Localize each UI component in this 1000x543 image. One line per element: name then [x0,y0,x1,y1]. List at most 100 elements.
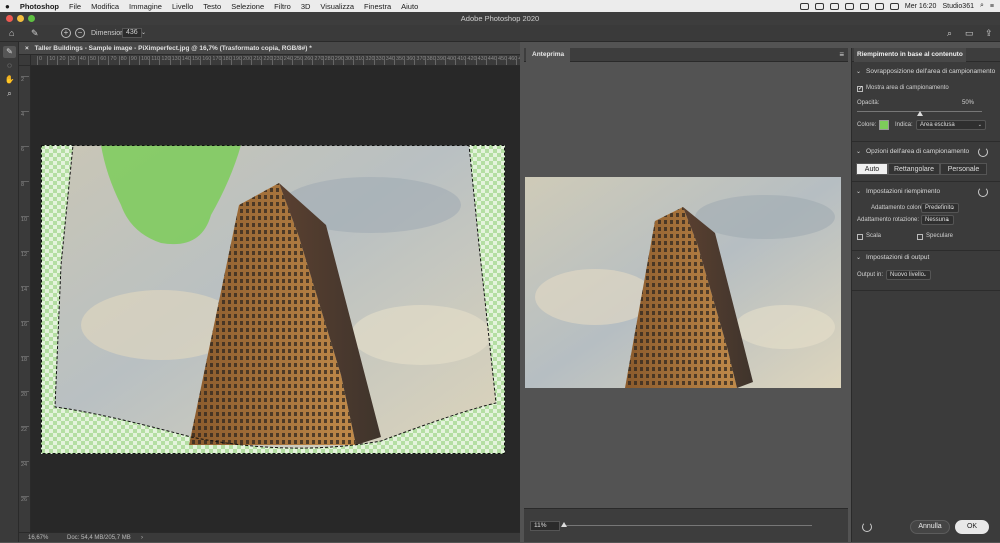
wifi-icon[interactable] [859,2,869,10]
chevron-down-icon[interactable]: ⌄ [856,254,861,261]
flag-icon[interactable] [889,2,899,10]
section-fill-settings[interactable]: ⌄ Impostazioni riempimento [856,188,940,195]
color-adapt-value: Predefinito [925,205,954,211]
menu-visualizza[interactable]: Visualizza [315,2,359,11]
section-sampling-options[interactable]: ⌄ Opzioni dell'area di campionamento [856,148,969,155]
menu-immagine[interactable]: Immagine [124,2,167,11]
hand-tool-icon[interactable]: ✋ [3,74,16,86]
menu-selezione[interactable]: Selezione [226,2,269,11]
menu-livello[interactable]: Livello [167,2,198,11]
zoom-tool-icon[interactable]: ⌕ [3,88,16,100]
workspace-icon[interactable]: ▭ [965,28,974,39]
menu-3d[interactable]: 3D [296,2,316,11]
chevron-down-icon[interactable]: ⌄ [856,188,861,195]
section-output-settings[interactable]: ⌄ Impostazioni di output [856,254,929,261]
subtract-from-selection-icon[interactable]: − [75,28,85,38]
output-label: Output in: [857,272,884,278]
show-sampling-checkbox[interactable]: ✓ [857,86,863,92]
document-canvas[interactable] [31,66,520,532]
close-tab-icon[interactable]: × [25,45,29,52]
document-tab[interactable]: × Taller Buildings - Sample image - PiXi… [19,42,520,55]
battery-icon[interactable] [874,2,884,10]
sampling-brush-tool-icon[interactable]: ✎ [3,46,16,58]
preview-menu-icon[interactable]: ≡ [839,50,844,59]
minimize-window-button[interactable] [17,15,24,22]
dropbox-icon[interactable] [799,2,809,10]
search-icon[interactable]: ⌕ [947,28,952,39]
user-name[interactable]: Studio361 [942,3,974,10]
section-sampling-overlay[interactable]: ⌄ Sovrapposizione dell'area di campioname… [856,68,995,75]
opacity-slider-thumb[interactable] [916,111,923,116]
cloud-icon[interactable] [814,2,824,10]
chevron-down-icon[interactable]: ⌄ [141,28,146,39]
divider [852,290,1000,291]
rotation-adapt-select[interactable]: Nessuna ⌄ [921,215,954,225]
mirror-checkbox[interactable] [917,234,923,240]
preview-header: Anteprima ≡ [524,48,848,62]
reset-icon[interactable] [978,147,988,157]
chevron-down-icon[interactable]: ⌄ [856,68,861,75]
ruler-v-tick: 14 [21,286,29,293]
ruler-v-tick: 20 [21,391,29,398]
preview-tab[interactable]: Anteprima [526,48,571,62]
search-icon[interactable]: ⌕ [980,2,984,10]
menu-modifica[interactable]: Modifica [86,2,124,11]
preview-area [524,62,848,508]
ruler-h-tick: 90 [128,56,137,65]
display-icon[interactable] [829,2,839,10]
share-icon[interactable]: ⇪ [985,28,993,39]
indicates-label: Indica: [895,122,913,128]
ruler-h-tick: 80 [118,56,127,65]
preview-zoom-slider[interactable] [564,525,812,526]
sampling-rectangular-button[interactable]: Rettangolare [888,163,940,175]
mac-menubar: ● Photoshop File Modifica Immagine Livel… [0,0,1000,12]
menu-file[interactable]: File [64,2,86,11]
output-select[interactable]: Nuovo livello ⌄ [886,270,931,280]
ruler-h-tick: 20 [57,56,66,65]
document-title: Taller Buildings - Sample image - PiXimp… [34,45,312,52]
apple-icon[interactable]: ● [0,2,15,11]
cancel-button[interactable]: Annulla [910,520,950,534]
canvas-image[interactable] [41,144,505,454]
ok-button[interactable]: OK [955,520,989,534]
preview-footer: 11% [524,508,848,542]
panel-title[interactable]: Riempimento in base al contenuto [854,48,966,62]
add-to-selection-icon[interactable]: + [61,28,71,38]
menu-list-icon[interactable]: ≡ [990,3,994,10]
menu-testo[interactable]: Testo [198,2,226,11]
menu-filtro[interactable]: Filtro [269,2,296,11]
clock-text[interactable]: Mer 16:20 [905,3,937,10]
reset-all-icon[interactable] [862,522,872,532]
preview-zoom-input[interactable]: 11% [530,521,560,531]
ruler-v-tick: 8 [21,181,29,189]
home-icon[interactable]: ⌂ [9,28,14,39]
lasso-tool-icon[interactable]: ◌ [3,60,16,72]
preview-zoom-thumb[interactable] [561,522,567,527]
scale-label: Scala [866,233,882,239]
chevron-down-icon[interactable]: ⌄ [856,148,861,155]
dimension-input[interactable]: 436 [122,28,142,38]
menu-finestra[interactable]: Finestra [359,2,396,11]
scale-checkbox[interactable] [857,234,863,240]
indicates-select[interactable]: Area esclusa ⌄ [916,120,986,130]
zoom-window-button[interactable] [28,15,35,22]
close-window-button[interactable] [6,15,13,22]
lasso-tool-preset-icon[interactable]: ✎ [31,28,39,39]
menubar-status-area: Mer 16:20 Studio361 ⌕ ≡ [799,0,994,12]
color-adapt-select[interactable]: Predefinito ⌄ [921,203,959,213]
ruler-v-tick: 24 [21,461,29,468]
bluetooth-icon[interactable] [844,2,854,10]
color-adapt-label: Adattamento colore: [871,205,925,211]
overlay-color-swatch[interactable] [879,120,889,130]
section-title: Impostazioni di output [866,254,930,261]
chevron-down-icon: ⌄ [945,217,950,223]
menu-aiuto[interactable]: Aiuto [396,2,423,11]
ruler-h-tick: 470 [516,56,520,65]
sampling-custom-button[interactable]: Personale [940,163,987,175]
sampling-auto-button[interactable]: Auto [856,163,888,175]
reset-icon[interactable] [978,187,988,197]
opacity-value[interactable]: 50% [962,100,974,106]
ruler-h-tick: 30 [67,56,76,65]
menu-app-name[interactable]: Photoshop [15,2,64,11]
window-titlebar: Adobe Photoshop 2020 [0,12,1000,25]
